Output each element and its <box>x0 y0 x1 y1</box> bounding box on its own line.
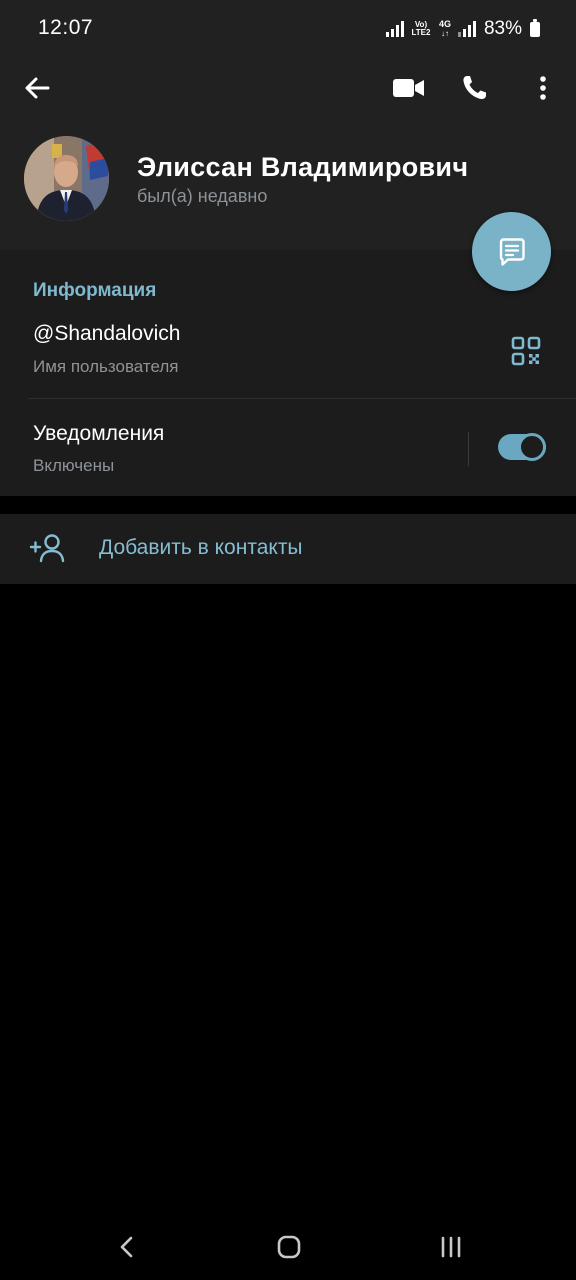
more-options-button[interactable] <box>526 70 560 106</box>
recents-icon <box>441 1236 461 1258</box>
username-caption: Имя пользователя <box>33 357 179 376</box>
username-row[interactable]: @Shandalovich Имя пользователя <box>0 314 576 398</box>
chevron-left-icon <box>120 1236 133 1258</box>
video-camera-icon <box>393 79 424 97</box>
more-vertical-icon <box>540 76 546 100</box>
nav-recents-button[interactable] <box>436 1232 466 1262</box>
home-icon <box>277 1235 301 1259</box>
message-icon <box>499 237 525 266</box>
qr-code-button[interactable] <box>509 334 543 368</box>
network-type-label: 4G <box>438 19 451 29</box>
last-seen-status: был(а) недавно <box>137 186 268 206</box>
username-value: @Shandalovich <box>33 322 181 345</box>
phone-icon <box>463 76 486 100</box>
notifications-status: Включены <box>33 456 115 475</box>
vertical-separator <box>468 432 469 466</box>
notifications-label: Уведомления <box>33 422 165 445</box>
volte-indicator: Vo) LTE2 <box>410 21 432 37</box>
data-arrows-icon: ↓↑ <box>440 29 449 38</box>
info-section: Информация @Shandalovich Имя пользовател… <box>0 250 576 496</box>
video-call-button[interactable] <box>388 70 428 106</box>
toggle-knob <box>518 433 546 461</box>
signal-2-icon <box>457 21 476 37</box>
signal-icon <box>385 21 404 37</box>
avatar-photo <box>24 136 109 221</box>
avatar[interactable] <box>24 136 109 221</box>
status-time: 12:07 <box>38 16 94 39</box>
battery-icon <box>530 18 540 37</box>
contact-name: Элиссан Владимирович <box>137 152 469 182</box>
battery-percent: 83% <box>483 18 522 39</box>
add-person-icon <box>29 534 65 563</box>
divider <box>28 398 576 399</box>
send-message-fab[interactable] <box>472 212 551 291</box>
navigation-bar <box>0 1212 576 1280</box>
nav-home-button[interactable] <box>274 1232 304 1262</box>
add-to-contacts-button[interactable]: Добавить в контакты <box>0 514 576 584</box>
qr-code-icon <box>511 336 541 366</box>
back-arrow-icon <box>25 77 50 99</box>
section-title: Информация <box>33 280 157 301</box>
screen: 12:07 Vo) LTE2 4G ↓↑ 83% Элиссан Владими… <box>0 0 576 1280</box>
add-to-contacts-label: Добавить в контакты <box>99 536 303 559</box>
status-bar: 12:07 Vo) LTE2 4G ↓↑ 83% <box>0 0 576 58</box>
notifications-toggle[interactable] <box>498 433 546 461</box>
volte-bottom-label: LTE2 <box>411 28 431 37</box>
network-type-indicator: 4G ↓↑ <box>438 19 452 39</box>
voice-call-button[interactable] <box>456 70 496 106</box>
notifications-row[interactable]: Уведомления Включены <box>0 414 576 486</box>
status-icons: Vo) LTE2 4G ↓↑ 83% <box>385 15 540 43</box>
nav-back-button[interactable] <box>112 1232 142 1262</box>
back-button[interactable] <box>18 70 58 106</box>
